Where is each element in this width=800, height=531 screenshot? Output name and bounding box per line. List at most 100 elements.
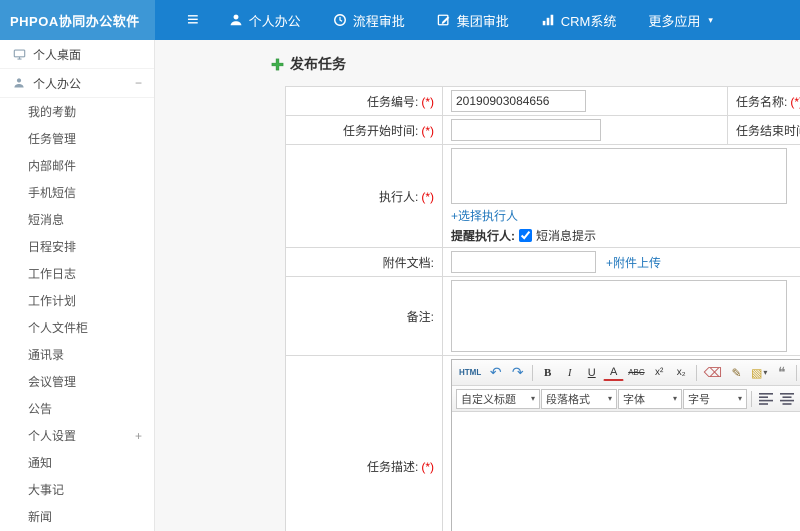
blockquote-button[interactable]: ❝ (771, 363, 792, 383)
sidebar-item-personal-settings[interactable]: 个人设置 + (0, 422, 154, 449)
redo-icon[interactable]: ↷ (507, 363, 528, 383)
rich-text-editor: HTML ↶ ↷ B I U A ABC x² x₂ ⌫ ✎ ▧ ▾ ❝ 自定义… (451, 359, 800, 531)
sidebar-item-label: 通知 (28, 456, 53, 470)
superscript-button[interactable]: x² (649, 363, 670, 383)
font-family-select[interactable]: 字体 ▾ (618, 388, 682, 409)
subscript-button[interactable]: x₂ (671, 363, 692, 383)
nav-label: 集团审批 (456, 13, 509, 29)
topbar-nav: 个人办公 流程审批 集团审批 CRM系统 更多应用 ▾ (229, 11, 745, 30)
editor-toolbar-row1: HTML ↶ ↷ B I U A ABC x² x₂ ⌫ ✎ ▧ ▾ ❝ (452, 360, 800, 386)
sidebar-item-meeting[interactable]: 会议管理 (0, 368, 154, 395)
source-button[interactable]: HTML (456, 363, 484, 383)
sidebar-item-internal-mail[interactable]: 内部邮件 (0, 152, 154, 179)
publish-task-form: 任务编号:(*) 任务名称:(*) 任务开始时间:(*) (285, 86, 800, 531)
clock-icon (333, 14, 346, 26)
undo-icon[interactable]: ↶ (485, 363, 506, 383)
remark-cell (442, 276, 800, 356)
nav-group-approval[interactable]: 集团审批 (437, 11, 509, 30)
strikethrough-button[interactable]: ABC (625, 363, 647, 383)
format-painter-button[interactable]: ✎ (726, 363, 747, 383)
sidebar-item-desktop[interactable]: 个人桌面 (0, 40, 154, 69)
sidebar-item-label: 任务管理 (28, 132, 77, 146)
sidebar-item-label: 会议管理 (28, 375, 77, 389)
sidebar-item-label: 短消息 (28, 213, 65, 227)
desktop-icon (12, 48, 26, 61)
sidebar-item-label: 工作计划 (28, 294, 77, 308)
sidebar-item-label: 公告 (28, 402, 53, 416)
sidebar-item-attendance[interactable]: 我的考勤 (0, 98, 154, 125)
sidebar-item-contacts[interactable]: 通讯录 (0, 341, 154, 368)
page-title: 发布任务 (271, 54, 800, 74)
align-center-button[interactable] (777, 389, 797, 409)
sidebar-item-short-message[interactable]: 短消息 (0, 206, 154, 233)
remove-format-button[interactable]: ⌫ (701, 363, 725, 383)
field-label: 任务描述: (366, 459, 419, 474)
sidebar-item-personal-office[interactable]: 个人办公 − (0, 69, 154, 98)
sidebar-item-announcement[interactable]: 公告 (0, 395, 154, 422)
paragraph-format-select[interactable]: 段落格式 ▾ (541, 388, 617, 409)
nav-label: 流程审批 (352, 13, 405, 29)
executor-textarea[interactable] (451, 148, 787, 204)
attachment-upload-link[interactable]: +附件上传 (606, 254, 661, 271)
custom-title-select[interactable]: 自定义标题 ▾ (456, 388, 540, 409)
sidebar-item-mobile-sms[interactable]: 手机短信 (0, 179, 154, 206)
sidebar-item-work-plan[interactable]: 工作计划 (0, 287, 154, 314)
attachment-input[interactable] (451, 251, 596, 273)
field-label: 任务开始时间: (342, 123, 419, 138)
expand-icon[interactable]: + (135, 429, 142, 443)
sidebar-item-label: 手机短信 (28, 186, 77, 200)
editor-content-area[interactable] (452, 412, 800, 531)
table-row: 任务开始时间:(*) 任务结束时间:(*) (285, 115, 800, 145)
select-label: 字号 (688, 393, 710, 406)
align-center-icon (780, 392, 794, 405)
align-left-button[interactable] (756, 389, 776, 409)
collapse-icon[interactable]: − (135, 76, 142, 90)
select-executor-link[interactable]: +选择执行人 (451, 209, 518, 223)
bold-button[interactable]: B (537, 363, 558, 383)
nav-more-apps[interactable]: 更多应用 ▾ (648, 11, 713, 30)
sidebar-item-task-management[interactable]: 任务管理 (0, 125, 154, 152)
caret-down-icon: ▾ (672, 394, 677, 403)
sidebar-item-news[interactable]: 新闻 (0, 503, 154, 530)
table-row: 备注: (285, 276, 800, 356)
sms-remind-checkbox[interactable] (519, 229, 532, 242)
nav-process-approval[interactable]: 流程审批 (333, 11, 405, 30)
sidebar-item-file-cabinet[interactable]: 个人文件柜 (0, 314, 154, 341)
app-logo[interactable]: PHPOA协同办公软件 (0, 0, 155, 40)
field-label: 任务编号: (366, 94, 419, 109)
nav-label: 更多应用 (648, 13, 701, 29)
task-no-label: 任务编号: (*) (285, 86, 443, 116)
table-row: 任务描述: (*) HTML ↶ ↷ B I U A ABC x² x₂ ⌫ ✎… (285, 355, 800, 531)
nav-crm[interactable]: CRM系统 (541, 11, 617, 30)
font-marker-button[interactable]: A (603, 365, 625, 381)
sidebar-item-label: 个人桌面 (33, 47, 82, 62)
field-label: 任务名称: (736, 94, 788, 109)
required-mark: (*) (421, 94, 434, 109)
sidebar-item-label: 大事记 (28, 483, 65, 497)
italic-button[interactable]: I (559, 363, 580, 383)
highlight-button[interactable]: ▧ ▾ (748, 363, 770, 383)
task-no-input[interactable] (451, 90, 586, 112)
sidebar-item-events[interactable]: 大事记 (0, 476, 154, 503)
toolbar-separator (796, 364, 798, 381)
remark-textarea[interactable] (451, 280, 787, 352)
sidebar-item-work-log[interactable]: 工作日志 (0, 260, 154, 287)
select-label: 字体 (623, 393, 645, 406)
table-row: 任务编号:(*) 任务名称: (*) (285, 86, 800, 116)
sidebar-item-label: 新闻 (28, 510, 53, 524)
required-mark: (*) (421, 189, 434, 204)
sidebar-item-notification[interactable]: 通知 (0, 449, 154, 476)
field-label: 任务结束时间: (736, 123, 800, 138)
sidebar-item-label: 个人设置 (28, 429, 77, 443)
underline-button[interactable]: U (581, 363, 602, 383)
description-cell: HTML ↶ ↷ B I U A ABC x² x₂ ⌫ ✎ ▧ ▾ ❝ 自定义… (442, 355, 800, 531)
start-time-input[interactable] (451, 119, 601, 141)
page-title-text: 发布任务 (290, 56, 346, 72)
sidebar-item-schedule[interactable]: 日程安排 (0, 233, 154, 260)
align-left-icon (759, 392, 773, 405)
font-size-select[interactable]: 字号 ▾ (683, 388, 747, 409)
nav-personal-office[interactable]: 个人办公 (229, 11, 301, 30)
nav-label: CRM系统 (560, 13, 617, 29)
required-mark: (*) (421, 123, 434, 138)
menu-toggle-icon[interactable]: ≡ (187, 10, 199, 30)
